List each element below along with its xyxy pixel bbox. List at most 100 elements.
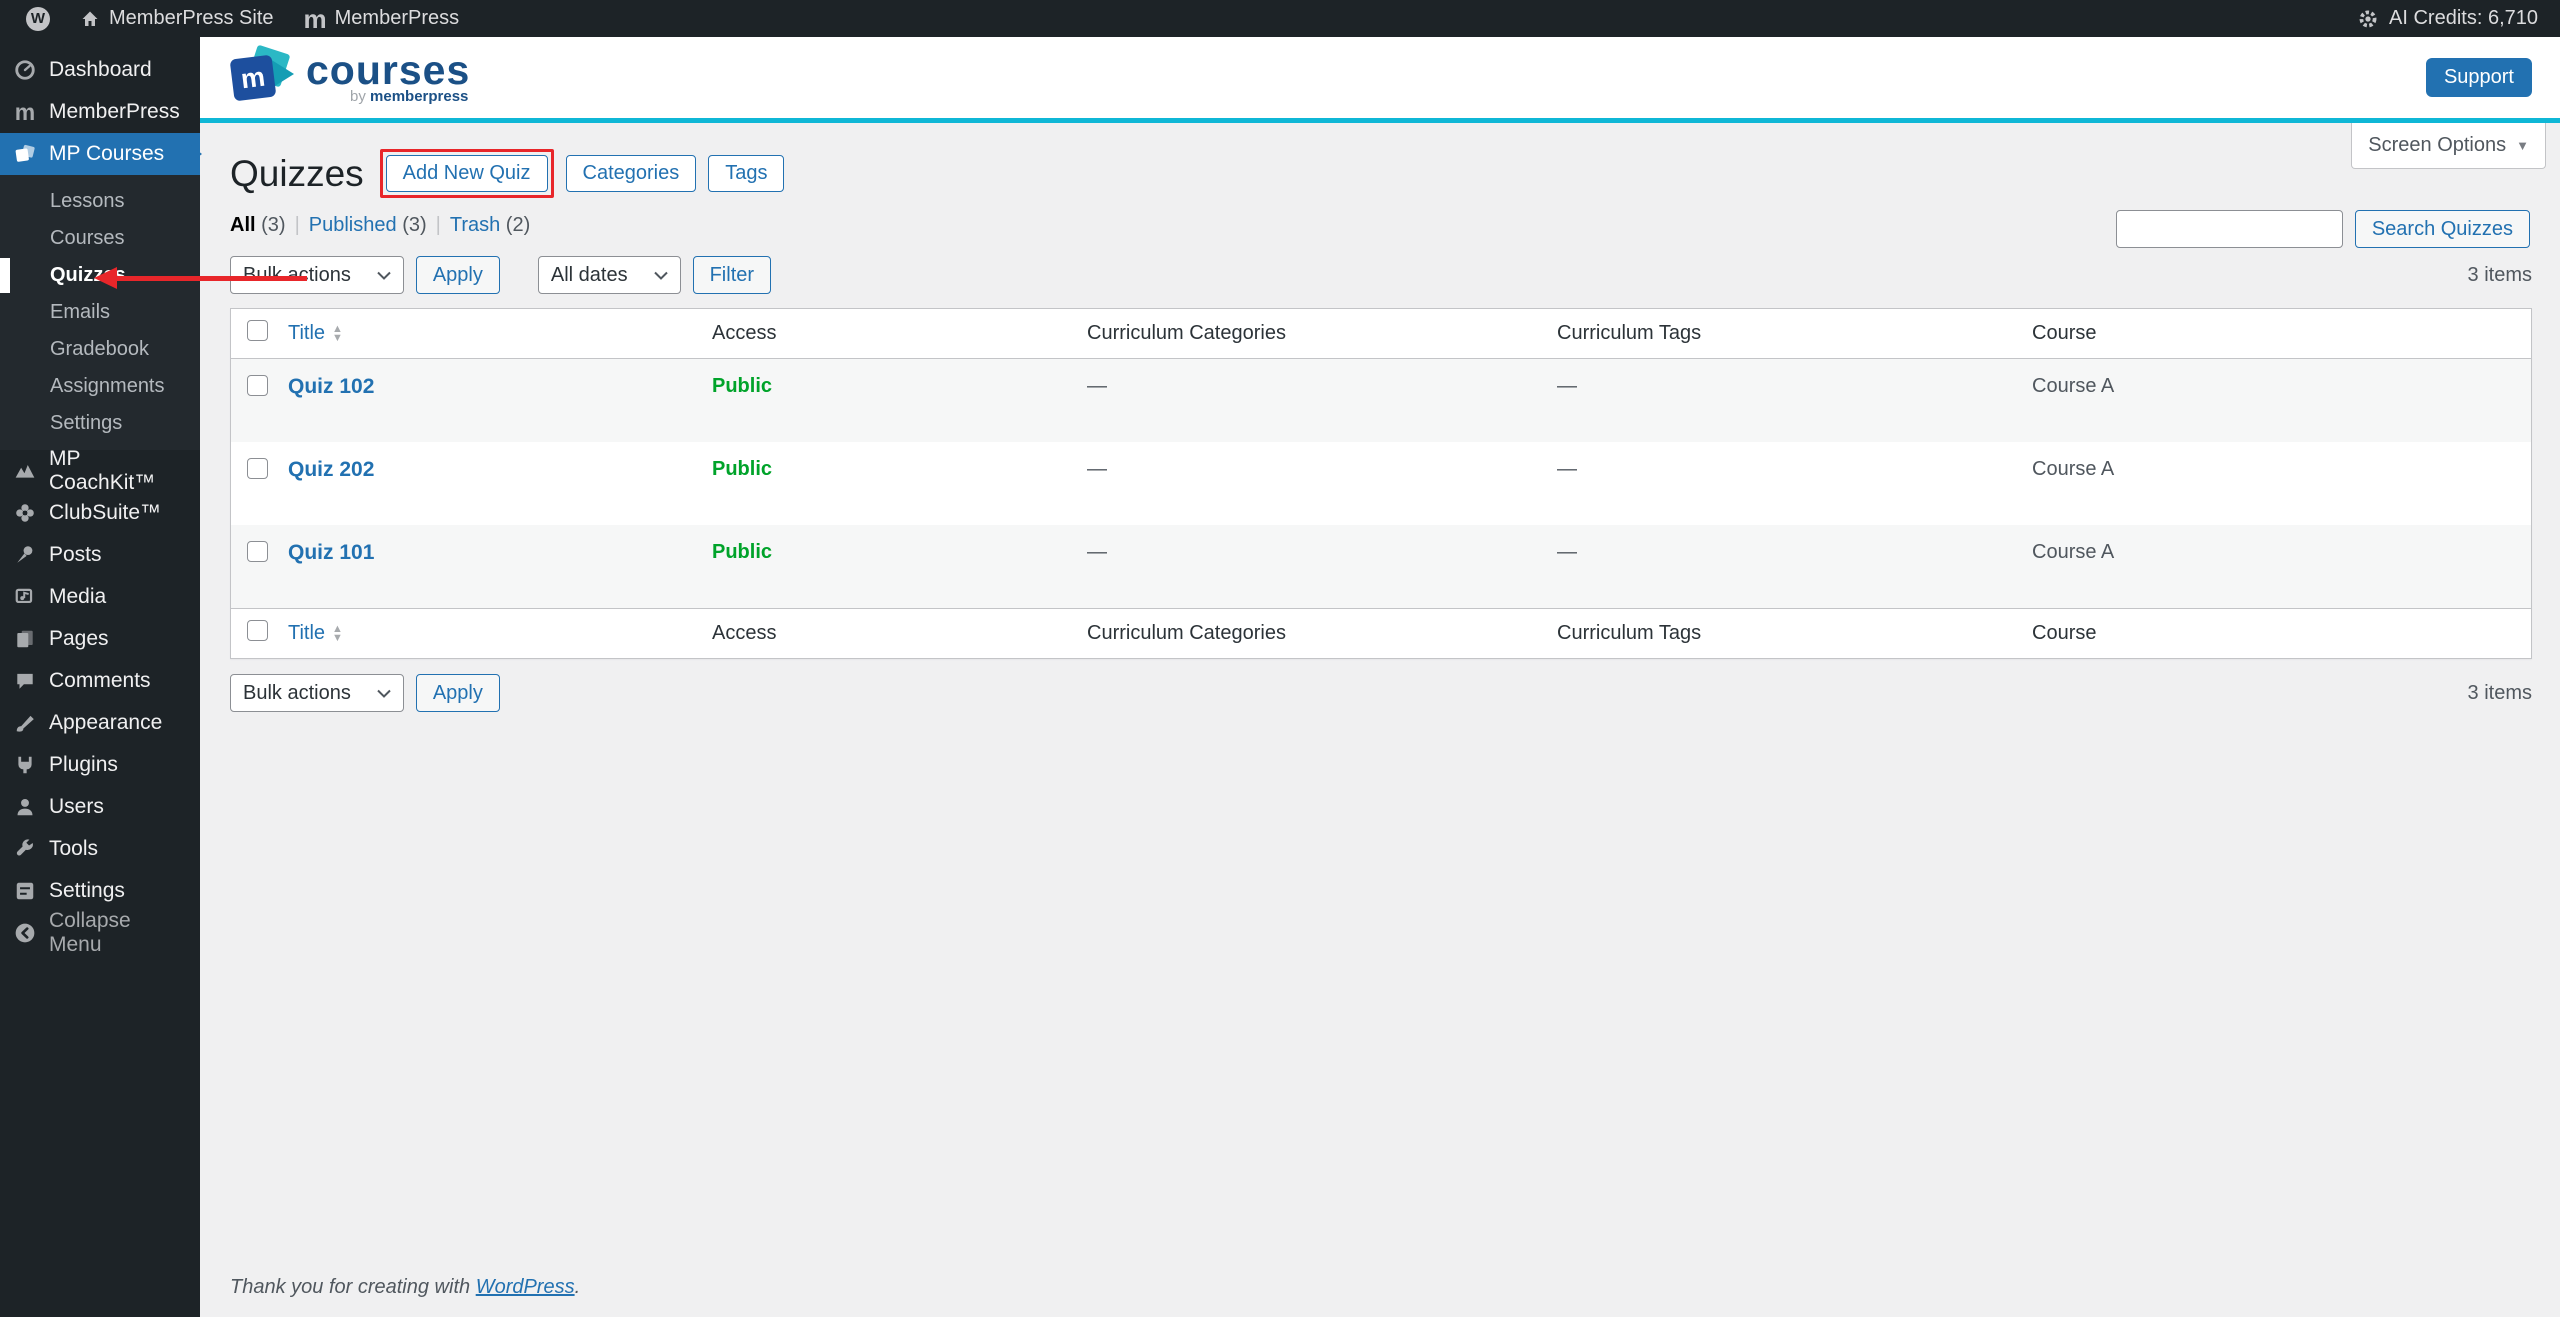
sidebar-item-appearance[interactable]: Appearance: [0, 702, 200, 744]
support-button[interactable]: Support: [2425, 58, 2532, 97]
sidebar-item-label: Gradebook: [50, 338, 149, 360]
courses-logo-icon: m: [229, 44, 296, 108]
sort-by-title[interactable]: Title ▲ ▼: [288, 322, 343, 345]
sidebar-item-emails[interactable]: Emails: [0, 294, 200, 331]
site-name: MemberPress Site: [109, 7, 274, 29]
sidebar-item-label: Emails: [50, 301, 111, 323]
sidebar-item-gradebook[interactable]: Gradebook: [0, 331, 200, 368]
page-title: Quizzes: [230, 152, 364, 194]
add-new-quiz-button[interactable]: Add New Quiz: [385, 155, 548, 192]
sidebar-item-dashboard[interactable]: Dashboard: [0, 49, 200, 91]
access-badge: Public: [712, 458, 773, 480]
settings-sliders-icon: [14, 880, 36, 902]
ai-credits-label[interactable]: AI Credits: 6,710: [2389, 7, 2538, 30]
filter-all[interactable]: All (3): [230, 214, 286, 237]
memberpress-admin-bar-item[interactable]: m MemberPress: [294, 0, 470, 37]
admin-sidebar: Dashboard m MemberPress MP Courses Lesso…: [0, 37, 200, 1317]
sidebar-item-posts[interactable]: Posts: [0, 534, 200, 576]
quiz-title-link[interactable]: Quiz 102: [288, 375, 374, 398]
column-course: Course: [2022, 308, 2532, 359]
sidebar-item-settings-courses[interactable]: Settings: [0, 405, 200, 442]
all-dates-select[interactable]: All dates: [537, 256, 681, 294]
sidebar-item-mp-coachkit[interactable]: MP CoachKit™: [0, 447, 200, 494]
sidebar-item-plugins[interactable]: Plugins: [0, 744, 200, 786]
access-badge: Public: [712, 375, 773, 397]
apply-button[interactable]: Apply: [415, 256, 500, 294]
sidebar-item-users[interactable]: Users: [0, 786, 200, 828]
column-curriculum-tags: Curriculum Tags: [1547, 308, 2022, 359]
collapse-menu-button[interactable]: Collapse Menu: [0, 909, 200, 956]
sidebar-item-media[interactable]: Media: [0, 576, 200, 618]
comment-bubble-icon: [14, 670, 36, 692]
row-checkbox[interactable]: [247, 458, 268, 479]
course-value: Course A: [2032, 458, 2115, 480]
sidebar-item-memberpress[interactable]: m MemberPress: [0, 91, 200, 133]
sidebar-item-label: Lessons: [50, 190, 125, 212]
wordpress-link[interactable]: WordPress: [476, 1276, 575, 1298]
sidebar-item-clubsuite[interactable]: ClubSuite™: [0, 492, 200, 534]
tags-value: —: [1557, 541, 1577, 563]
course-value: Course A: [2032, 541, 2115, 563]
admin-bar: W MemberPress Site m MemberPress AI Cred…: [0, 0, 2560, 37]
pages-icon: [14, 628, 36, 650]
tags-button[interactable]: Tags: [708, 155, 785, 192]
wordpress-logo-icon: W: [26, 6, 50, 31]
filter-trash[interactable]: Trash (2): [450, 214, 530, 237]
items-count: 3 items: [2467, 263, 2532, 286]
dashboard-icon: [14, 59, 36, 81]
table-nav-bottom: Bulk actions Apply 3 items: [230, 674, 2532, 712]
filter-published[interactable]: Published (3): [309, 214, 427, 237]
screen-options-label: Screen Options: [2368, 134, 2507, 156]
sidebar-item-mp-courses[interactable]: MP Courses: [0, 133, 200, 175]
quizzes-table: Title ▲ ▼ Access Curriculum Categories Cu…: [230, 308, 2532, 659]
sidebar-item-tools[interactable]: Tools: [0, 828, 200, 870]
sidebar-item-assignments[interactable]: Assignments: [0, 368, 200, 405]
sidebar-item-label: Settings: [49, 879, 125, 902]
select-all-checkbox[interactable]: [247, 620, 268, 641]
screen-options-tab[interactable]: Screen Options ▼: [2351, 123, 2546, 169]
sidebar-item-settings[interactable]: Settings: [0, 870, 200, 912]
bulk-actions-select[interactable]: Bulk actions: [230, 256, 404, 294]
media-icon: [14, 586, 36, 608]
filter-button[interactable]: Filter: [692, 256, 772, 294]
sidebar-item-label: Pages: [49, 627, 109, 650]
tags-value: —: [1557, 458, 1577, 480]
site-link[interactable]: MemberPress Site: [70, 0, 284, 37]
sidebar-item-label: Comments: [49, 669, 151, 692]
sidebar-item-label: Plugins: [49, 753, 118, 776]
gear-icon[interactable]: [2357, 8, 2379, 30]
logo-title: courses: [306, 46, 471, 93]
sidebar-item-courses[interactable]: Courses: [0, 220, 200, 257]
quiz-title-link[interactable]: Quiz 101: [288, 541, 374, 564]
items-count: 3 items: [2467, 681, 2532, 704]
sidebar-item-comments[interactable]: Comments: [0, 660, 200, 702]
table-nav-top: Bulk actions Apply All dates Filter 3 it…: [230, 256, 2532, 294]
categories-button[interactable]: Categories: [565, 155, 697, 192]
quiz-title-link[interactable]: Quiz 202: [288, 458, 374, 481]
tags-value: —: [1557, 375, 1577, 397]
row-checkbox[interactable]: [247, 375, 268, 396]
sidebar-item-label: Appearance: [49, 711, 163, 734]
column-curriculum-tags: Curriculum Tags: [1547, 608, 2022, 659]
select-all-checkbox[interactable]: [247, 320, 268, 341]
column-access: Access: [702, 308, 1077, 359]
apply-button-bottom[interactable]: Apply: [415, 674, 500, 712]
sidebar-item-label: Dashboard: [49, 58, 152, 81]
sidebar-item-lessons[interactable]: Lessons: [0, 183, 200, 220]
pushpin-icon: [14, 544, 36, 566]
wordpress-logo-menu[interactable]: W: [16, 0, 60, 37]
sidebar-item-pages[interactable]: Pages: [0, 618, 200, 660]
categories-value: —: [1087, 541, 1107, 563]
sort-arrows-icon: ▲ ▼: [332, 622, 343, 644]
sidebar-item-label: Settings: [50, 412, 123, 434]
mp-courses-submenu: Lessons Courses Quizzes Emails Gradebook…: [0, 175, 200, 450]
course-value: Course A: [2032, 375, 2115, 397]
row-checkbox[interactable]: [247, 541, 268, 562]
courses-stack-icon: [14, 143, 36, 165]
categories-value: —: [1087, 458, 1107, 480]
column-curriculum-categories: Curriculum Categories: [1077, 308, 1547, 359]
chevron-down-icon: [653, 271, 668, 280]
sort-by-title[interactable]: Title ▲ ▼: [288, 622, 343, 645]
bulk-actions-select-bottom[interactable]: Bulk actions: [230, 674, 404, 712]
memberpress-m-icon: m: [303, 3, 327, 34]
